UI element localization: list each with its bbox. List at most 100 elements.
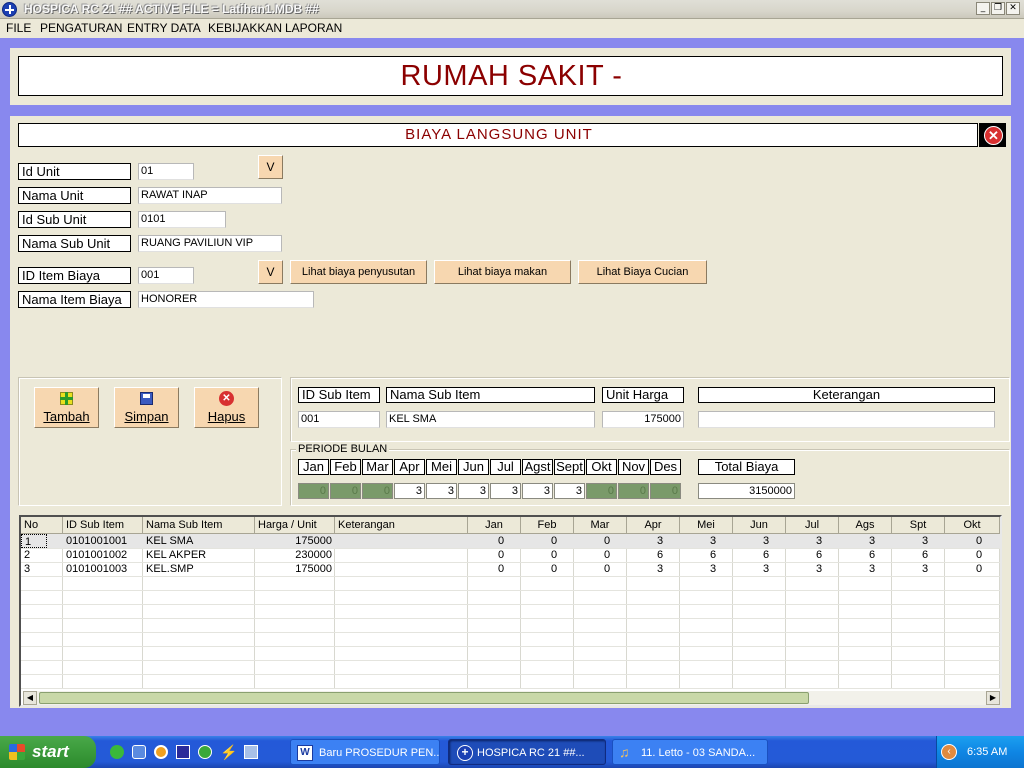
quicklaunch-icon-7[interactable] — [244, 745, 258, 759]
task-button-letto[interactable]: ♫ 11. Letto - 03 SANDA... — [612, 739, 768, 765]
task-button-prosedur[interactable]: W Baru PROSEDUR PEN... — [290, 739, 440, 765]
lightning-icon[interactable]: ⚡ — [220, 744, 237, 760]
table-cell-jul[interactable]: 3 — [786, 534, 839, 548]
table-cell-okt[interactable]: 0 — [945, 562, 1000, 576]
table-cell-mei[interactable]: 3 — [680, 534, 733, 548]
table-cell-keterangan[interactable] — [335, 534, 468, 548]
table-cell-nama-sub-item[interactable]: KEL SMA — [143, 534, 255, 548]
table-cell-mar[interactable]: 0 — [574, 548, 627, 562]
table-cell-jan[interactable]: 0 — [468, 562, 521, 576]
table-cell-harga-unit[interactable]: 175000 — [255, 534, 335, 548]
table-cell-id-sub-item[interactable]: 0101001002 — [63, 548, 143, 562]
lihat-biaya-makan-button[interactable]: Lihat biaya makan — [434, 260, 571, 284]
month-value-mei[interactable]: 3 — [426, 483, 457, 499]
horizontal-scrollbar[interactable]: ◀ ▶ — [23, 691, 1000, 705]
table-cell-keterangan[interactable] — [335, 562, 468, 576]
table-cell-mar[interactable]: 0 — [574, 534, 627, 548]
quicklaunch-icon-1[interactable] — [110, 745, 124, 759]
tray-expand-icon[interactable]: ‹ — [941, 744, 957, 760]
table-cell-feb[interactable]: 0 — [521, 548, 574, 562]
table-cell-spt[interactable]: 3 — [892, 562, 945, 576]
menu-laporan[interactable]: LAPORAN — [285, 21, 342, 35]
table-row[interactable]: 2 0101001002 KEL AKPER 230000 0 0 0 6 6 6 6 6 6 0 — [21, 548, 1000, 562]
table-cell-id-sub-item[interactable]: 0101001001 — [63, 534, 143, 548]
column-header-jun[interactable]: Jun — [733, 517, 786, 534]
table-cell-mei[interactable]: 3 — [680, 562, 733, 576]
menu-file[interactable]: FILE — [6, 21, 31, 35]
column-header-keterangan[interactable]: Keterangan — [335, 517, 468, 534]
month-value-apr[interactable]: 3 — [394, 483, 425, 499]
id-unit-dropdown-button[interactable]: V — [258, 155, 283, 179]
month-value-sept[interactable]: 3 — [554, 483, 585, 499]
column-header-spt[interactable]: Spt — [892, 517, 945, 534]
column-header-jan[interactable]: Jan — [468, 517, 521, 534]
table-cell-jul[interactable]: 6 — [786, 548, 839, 562]
month-value-jun[interactable]: 3 — [458, 483, 489, 499]
table-cell-jun[interactable]: 3 — [733, 562, 786, 576]
media-player-icon[interactable] — [154, 745, 168, 759]
table-cell-jun[interactable]: 6 — [733, 548, 786, 562]
nama-unit-input[interactable]: RAWAT INAP — [138, 187, 282, 204]
table-cell-jan[interactable]: 0 — [468, 534, 521, 548]
close-window-button[interactable]: ✕ — [1006, 2, 1020, 15]
table-cell-id-sub-item[interactable]: 0101001003 — [63, 562, 143, 576]
id-sub-unit-input[interactable]: 0101 — [138, 211, 226, 228]
month-value-jul[interactable]: 3 — [490, 483, 521, 499]
scroll-right-icon[interactable]: ▶ — [986, 691, 1000, 705]
column-header-harga-unit[interactable]: Harga / Unit — [255, 517, 335, 534]
table-cell-no[interactable]: 3 — [21, 562, 63, 576]
column-header-apr[interactable]: Apr — [627, 517, 680, 534]
column-header-mei[interactable]: Mei — [680, 517, 733, 534]
menu-pengaturan[interactable]: PENGATURAN — [40, 21, 122, 35]
scroll-thumb[interactable] — [39, 692, 809, 704]
table-cell-feb[interactable]: 0 — [521, 534, 574, 548]
table-row[interactable]: 3 0101001003 KEL.SMP 175000 0 0 0 3 3 3 3 3 3 0 — [21, 562, 1000, 576]
table-cell-nama-sub-item[interactable]: KEL.SMP — [143, 562, 255, 576]
hapus-button[interactable]: ✕ Hapus — [194, 387, 259, 428]
table-row[interactable]: 1 0101001001 KEL SMA 175000 0 0 0 3 3 3 3 3 3 0 — [21, 534, 1000, 548]
tambah-button[interactable]: Tambah — [34, 387, 99, 428]
column-header-nama-sub-item[interactable]: Nama Sub Item — [143, 517, 255, 534]
table-cell-feb[interactable]: 0 — [521, 562, 574, 576]
column-header-okt[interactable]: Okt — [945, 517, 1000, 534]
table-cell-jun[interactable]: 3 — [733, 534, 786, 548]
data-grid[interactable]: No ID Sub Item Nama Sub Item Harga / Unit Ke… — [19, 515, 1002, 707]
month-value-agst[interactable]: 3 — [522, 483, 553, 499]
nama-sub-unit-input[interactable]: RUANG PAVILIUN VIP — [138, 235, 282, 252]
table-cell-apr[interactable]: 3 — [627, 562, 680, 576]
close-form-button[interactable]: ✕ — [979, 123, 1006, 147]
table-cell-okt[interactable]: 0 — [945, 548, 1000, 562]
menu-kebijakkan[interactable]: KEBIJAKKAN — [208, 21, 282, 35]
table-cell-nama-sub-item[interactable]: KEL AKPER — [143, 548, 255, 562]
column-header-mar[interactable]: Mar — [574, 517, 627, 534]
quicklaunch-icon-2[interactable] — [132, 745, 146, 759]
table-cell-harga-unit[interactable]: 230000 — [255, 548, 335, 562]
menu-entry-data[interactable]: ENTRY DATA — [127, 21, 201, 35]
table-cell-jul[interactable]: 3 — [786, 562, 839, 576]
task-button-hospica[interactable]: + HOSPICA RC 21 ##... — [448, 739, 606, 765]
table-cell-okt[interactable]: 0 — [945, 534, 1000, 548]
lihat-biaya-penyusutan-button[interactable]: Lihat biaya penyusutan — [290, 260, 427, 284]
unit-harga-input[interactable]: 175000 — [602, 411, 684, 428]
keterangan-input[interactable] — [698, 411, 995, 428]
table-cell-keterangan[interactable] — [335, 548, 468, 562]
id-item-biaya-input[interactable]: 001 — [138, 267, 194, 284]
nama-sub-item-input[interactable]: KEL SMA — [386, 411, 595, 428]
table-cell-apr[interactable]: 6 — [627, 548, 680, 562]
table-cell-apr[interactable]: 3 — [627, 534, 680, 548]
table-cell-spt[interactable]: 3 — [892, 534, 945, 548]
column-header-no[interactable]: No — [21, 517, 63, 534]
lihat-biaya-cucian-button[interactable]: Lihat Biaya Cucian — [578, 260, 707, 284]
quicklaunch-icon-5[interactable] — [198, 745, 212, 759]
table-cell-ags[interactable]: 3 — [839, 562, 892, 576]
save-quicklaunch-icon[interactable] — [176, 745, 190, 759]
table-cell-mar[interactable]: 0 — [574, 562, 627, 576]
minimize-button[interactable]: _ — [976, 2, 990, 15]
table-cell-jan[interactable]: 0 — [468, 548, 521, 562]
restore-button[interactable]: ❐ — [991, 2, 1005, 15]
table-cell-no[interactable]: 2 — [21, 548, 63, 562]
table-cell-no[interactable]: 1 — [21, 534, 47, 548]
column-header-jul[interactable]: Jul — [786, 517, 839, 534]
column-header-feb[interactable]: Feb — [521, 517, 574, 534]
column-header-id-sub-item[interactable]: ID Sub Item — [63, 517, 143, 534]
